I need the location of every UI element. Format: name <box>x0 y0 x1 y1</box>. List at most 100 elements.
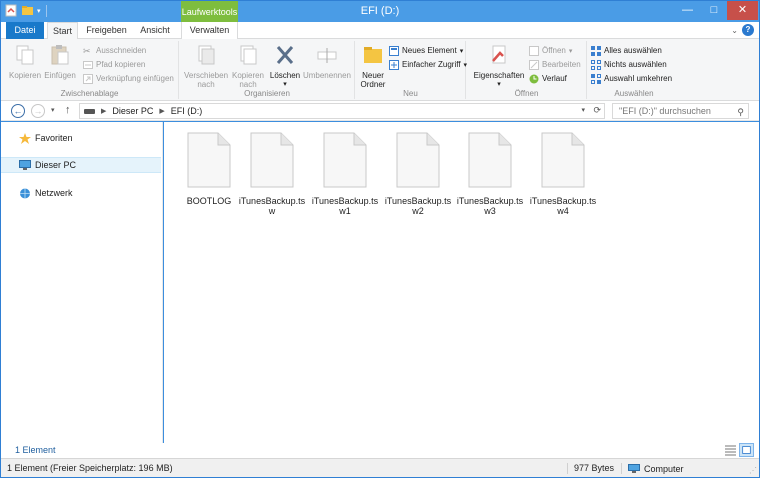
group-open: Eigenschaften ▾ Öffnen ▾ Bearbeiten Verl… <box>467 41 587 99</box>
edit-icon <box>529 59 539 70</box>
select-none-icon <box>591 59 601 70</box>
details-view-icon[interactable] <box>724 444 737 456</box>
file-item[interactable]: iTunesBackup.tsw2 <box>383 132 453 216</box>
group-organize: Verschieben nach Kopieren nach Löschen ▾… <box>180 41 355 99</box>
resize-grip-icon[interactable]: ⋰ <box>749 466 757 475</box>
copy-to-icon <box>240 45 257 65</box>
computer-icon <box>19 159 31 170</box>
nav-item-favorites[interactable]: Favoriten <box>1 130 161 146</box>
delete-button[interactable]: Löschen ▾ <box>268 43 302 89</box>
properties-button[interactable]: Eigenschaften ▾ <box>471 43 527 89</box>
maximize-button[interactable]: □ <box>701 1 727 20</box>
folder-icon <box>364 47 382 63</box>
file-item[interactable]: iTunesBackup.tsw <box>237 132 307 216</box>
paste-button[interactable]: Einfügen <box>43 43 77 80</box>
history-button[interactable]: Verlauf <box>529 72 567 85</box>
new-item-button[interactable]: Neues Element ▾ <box>389 44 463 57</box>
breadcrumb-efi-drive[interactable]: EFI (D:) <box>171 106 203 116</box>
new-item-icon <box>389 45 399 56</box>
tab-home[interactable]: Start <box>47 22 78 40</box>
search-icon[interactable]: ⚲ <box>737 105 744 119</box>
easy-access-button[interactable]: Einfacher Zugriff ▾ <box>389 58 467 71</box>
select-all-button[interactable]: Alles auswählen <box>591 44 662 57</box>
properties-dropdown-icon: ▾ <box>497 81 501 88</box>
paste-shortcut-button[interactable]: Verknüpfung einfügen <box>83 72 174 85</box>
search-placeholder: "EFI (D:)" durchsuchen <box>619 106 711 116</box>
item-count-bar: 1 Element <box>1 443 759 458</box>
group-label-new: Neu <box>403 89 418 98</box>
document-icon <box>250 132 294 188</box>
nav-item-this-pc[interactable]: Dieser PC <box>1 157 161 173</box>
move-to-icon <box>198 45 215 65</box>
paste-icon <box>51 45 69 65</box>
breadcrumb-separator-icon[interactable]: ▶ <box>159 107 164 115</box>
copy-path-button[interactable]: Pfad kopieren <box>83 58 145 71</box>
address-dropdown-icon[interactable]: ▾ <box>581 106 585 114</box>
group-clipboard: Kopieren Einfügen ✂ Ausschneiden Pfad ko… <box>1 41 179 99</box>
search-box[interactable]: "EFI (D:)" durchsuchen ⚲ <box>612 103 749 119</box>
group-label-select: Auswählen <box>614 89 654 98</box>
drive-icon <box>84 108 95 114</box>
close-button[interactable]: ✕ <box>727 1 758 20</box>
back-button[interactable]: ← <box>11 104 25 118</box>
open-button[interactable]: Öffnen ▾ <box>529 44 572 57</box>
large-icons-view-icon[interactable] <box>739 443 754 457</box>
file-name: BOOTLOG <box>186 196 232 206</box>
tab-manage[interactable]: Verwalten <box>181 22 238 39</box>
group-label-open: Öffnen <box>514 89 539 98</box>
edit-button[interactable]: Bearbeiten <box>529 58 581 71</box>
star-icon <box>19 132 31 144</box>
copy-button[interactable]: Kopieren <box>9 43 41 80</box>
breadcrumb-separator-icon[interactable]: ▶ <box>101 107 106 115</box>
history-icon <box>529 74 539 83</box>
document-icon <box>187 132 231 188</box>
network-icon <box>20 188 30 198</box>
ribbon-tabs: Datei Start Freigeben Ansicht Verwalten … <box>1 22 759 40</box>
breadcrumb-this-pc[interactable]: Dieser PC <box>112 106 153 116</box>
tab-share[interactable]: Freigeben <box>85 22 128 39</box>
copy-to-button[interactable]: Kopieren nach <box>228 43 268 89</box>
invert-selection-icon <box>591 73 601 84</box>
file-name: iTunesBackup.tsw1 <box>311 196 379 216</box>
open-icon <box>529 45 539 56</box>
help-icon[interactable]: ? <box>742 24 754 36</box>
file-item[interactable]: iTunesBackup.tsw1 <box>310 132 380 216</box>
file-name: iTunesBackup.tsw2 <box>384 196 452 216</box>
document-icon <box>541 132 585 188</box>
cut-button[interactable]: ✂ Ausschneiden <box>83 44 146 57</box>
easy-access-icon <box>389 59 399 70</box>
refresh-icon[interactable]: ⟳ <box>593 105 601 116</box>
recent-locations-icon[interactable]: ▾ <box>51 106 55 114</box>
scissors-icon: ✂ <box>83 45 91 56</box>
invert-selection-button[interactable]: Auswahl umkehren <box>591 72 672 85</box>
new-folder-button[interactable]: Neuer Ordner <box>358 43 388 89</box>
file-name: iTunesBackup.tsw4 <box>529 196 597 216</box>
group-new: Neuer Ordner Neues Element ▾ Einfacher Z… <box>356 41 467 99</box>
nav-item-network[interactable]: Netzwerk <box>1 185 161 201</box>
file-name: iTunesBackup.tsw <box>238 196 306 216</box>
rename-button[interactable]: Umbenennen <box>302 43 352 80</box>
window-title: EFI (D:) <box>360 5 400 17</box>
file-item[interactable]: iTunesBackup.tsw3 <box>455 132 525 216</box>
minimize-button[interactable]: — <box>674 1 701 20</box>
file-item[interactable]: iTunesBackup.tsw4 <box>528 132 598 216</box>
move-to-button[interactable]: Verschieben nach <box>184 43 228 89</box>
computer-icon <box>628 463 640 473</box>
document-icon <box>396 132 440 188</box>
tab-file[interactable]: Datei <box>6 22 44 39</box>
group-label-clipboard: Zwischenablage <box>60 89 119 98</box>
forward-button[interactable]: → <box>31 104 45 118</box>
shortcut-icon <box>83 73 93 84</box>
up-button[interactable]: ↑ <box>65 104 71 116</box>
ribbon-collapse-icon[interactable]: ⌄ <box>731 26 738 35</box>
delete-icon <box>276 46 294 64</box>
file-list: BOOTLOG iTunesBackup.tsw iTunesBackup.ts… <box>164 122 759 443</box>
rename-icon <box>317 48 337 63</box>
status-location: Computer <box>621 463 684 474</box>
open-dropdown-icon: ▾ <box>568 47 573 55</box>
file-item[interactable]: BOOTLOG <box>174 132 244 206</box>
address-bar[interactable]: ▶ Dieser PC ▶ EFI (D:) ▾ ⟳ <box>79 103 605 119</box>
tab-view[interactable]: Ansicht <box>135 22 175 39</box>
select-none-button[interactable]: Nichts auswählen <box>591 58 667 71</box>
ribbon: Kopieren Einfügen ✂ Ausschneiden Pfad ko… <box>1 39 759 101</box>
